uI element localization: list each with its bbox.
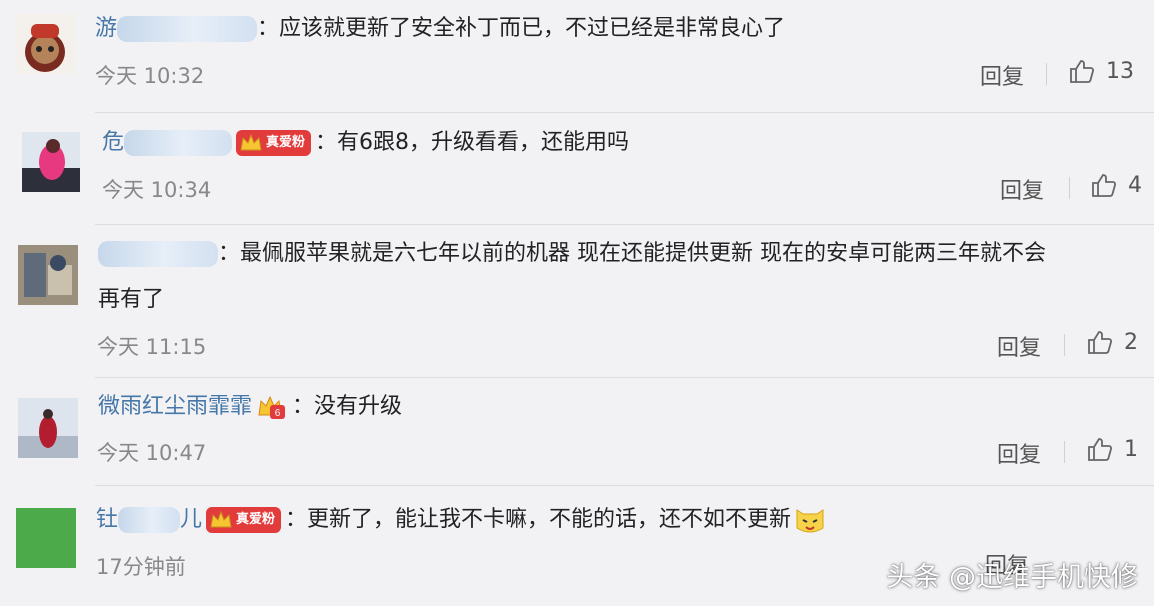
blurred-name (118, 507, 181, 533)
svg-text:6: 6 (275, 408, 281, 419)
timestamp: 今天 11:15 (97, 335, 207, 359)
like-count: 2 (1124, 329, 1138, 355)
divider (1046, 63, 1047, 85)
comment-text: ：没有升级 (292, 394, 403, 419)
avatar[interactable] (18, 398, 78, 458)
crown-icon (240, 133, 262, 151)
timestamp: 今天 10:47 (97, 441, 207, 465)
like-button[interactable]: 1 (1086, 435, 1138, 463)
watermark: 头条 @迅维手机快修 (886, 562, 1138, 593)
timestamp: 今天 10:32 (95, 64, 205, 88)
comment-text: ：有6跟8，升级看看，还能用吗 (315, 130, 630, 155)
reply-button[interactable]: 回复 (997, 437, 1041, 469)
crown-icon (210, 510, 232, 528)
comment-item: 游：应该就更新了安全补丁而已，不过已经是非常良心了 今天 10:32 回复 13 (0, 0, 1154, 112)
username[interactable]: 微雨红尘雨霏霏 (98, 394, 252, 419)
comment-item: ：最佩服苹果就是六七年以前的机器 现在还能提供更新 现在的安卓可能两三年就不会 … (0, 225, 1154, 377)
avatar[interactable] (15, 14, 75, 74)
timestamp: 今天 10:34 (102, 178, 212, 202)
like-count: 13 (1106, 58, 1134, 84)
reply-button[interactable]: 回复 (980, 59, 1024, 91)
comment-item: 危真爱粉 ：有6跟8，升级看看，还能用吗 今天 10:34 回复 4 (0, 113, 1154, 224)
avatar[interactable] (16, 508, 76, 568)
comment-line: 钍儿真爱粉 ：更新了，能让我不卡嘛，不能的话，还不如不更新 (96, 504, 827, 536)
vip-crown-icon[interactable]: 6 (256, 393, 288, 421)
thumbs-up-icon (1088, 438, 1113, 461)
reply-button[interactable]: 回复 (1000, 173, 1044, 205)
blurred-name (124, 130, 233, 156)
like-count: 4 (1128, 172, 1142, 198)
username[interactable]: 钍儿 (96, 507, 202, 533)
like-button[interactable]: 4 (1090, 171, 1142, 199)
comment-text-continued: 再有了 (98, 287, 165, 312)
like-count: 1 (1124, 436, 1138, 462)
comment-text: ：更新了，能让我不卡嘛，不能的话，还不如不更新 (285, 507, 792, 532)
username[interactable]: 危 (102, 130, 233, 156)
blurred-name (117, 16, 258, 42)
like-button[interactable]: 13 (1068, 57, 1134, 85)
comment-text: ：应该就更新了安全补丁而已，不过已经是非常良心了 (257, 16, 786, 41)
username[interactable]: 游 (95, 16, 258, 42)
cat-emoji-icon (796, 509, 824, 533)
avatar[interactable] (22, 132, 80, 192)
comment-item: 微雨红尘雨霏霏 6 ：没有升级 今天 10:47 回复 1 (0, 378, 1154, 485)
divider (1064, 441, 1065, 463)
thumbs-up-icon (1092, 174, 1117, 197)
comment-line: 危真爱粉 ：有6跟8，升级看看，还能用吗 (102, 128, 629, 158)
comment-text: ：最佩服苹果就是六七年以前的机器 现在还能提供更新 现在的安卓可能两三年就不会 (218, 241, 1046, 266)
thumbs-up-icon (1070, 60, 1095, 83)
comment-line: 微雨红尘雨霏霏 6 ：没有升级 (98, 392, 402, 422)
username[interactable] (98, 241, 218, 267)
blurred-name (98, 241, 218, 267)
like-button[interactable]: 2 (1086, 328, 1138, 356)
avatar[interactable] (18, 245, 78, 305)
vip-badge[interactable]: 真爱粉 (206, 507, 282, 533)
divider (1069, 177, 1070, 199)
vip-badge[interactable]: 真爱粉 (236, 130, 312, 156)
comment-line: 游：应该就更新了安全补丁而已，不过已经是非常良心了 (95, 14, 785, 44)
timestamp: 17分钟前 (96, 555, 186, 579)
divider (1064, 334, 1065, 356)
comment-line: ：最佩服苹果就是六七年以前的机器 现在还能提供更新 现在的安卓可能两三年就不会 (98, 239, 1046, 269)
thumbs-up-icon (1088, 331, 1113, 354)
reply-button[interactable]: 回复 (997, 330, 1041, 362)
